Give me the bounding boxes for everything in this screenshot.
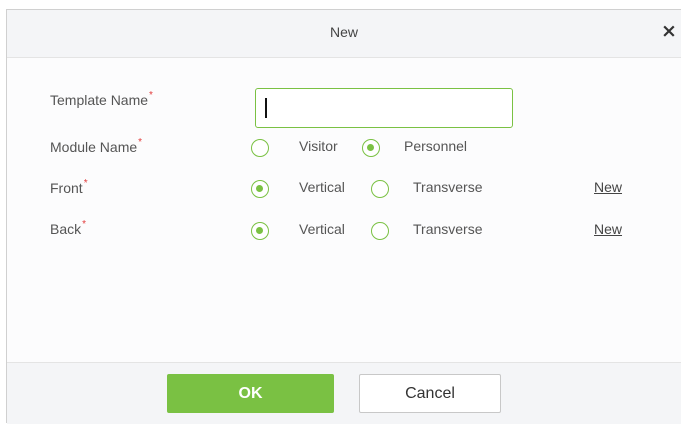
cancel-button[interactable]: Cancel (359, 374, 501, 413)
front-vertical-radio[interactable] (251, 180, 269, 198)
ok-button[interactable]: OK (167, 374, 334, 413)
required-mark: * (83, 178, 88, 189)
front-vertical-label: Vertical (299, 179, 345, 195)
new-template-dialog: New × Template Name* Module Name* Visito… (6, 9, 681, 424)
module-name-label-text: Module Name (50, 139, 138, 155)
module-visitor-label: Visitor (299, 138, 338, 154)
dialog-footer: OK Cancel (7, 362, 681, 424)
front-new-link[interactable]: New (594, 179, 622, 195)
back-transverse-label: Transverse (413, 221, 483, 237)
dialog-body: Template Name* Module Name* Visitor Pers… (7, 58, 681, 362)
dialog-titlebar: New × (7, 10, 681, 58)
template-name-label-text: Template Name (50, 92, 149, 108)
module-name-label: Module Name* (50, 137, 143, 155)
back-transverse-radio[interactable] (371, 222, 389, 240)
module-personnel-radio[interactable] (362, 139, 380, 157)
template-name-input[interactable] (255, 88, 513, 128)
front-transverse-label: Transverse (413, 179, 483, 195)
module-personnel-label: Personnel (404, 138, 468, 154)
front-label-text: Front (50, 180, 83, 196)
back-label-text: Back (50, 221, 82, 237)
text-cursor (265, 98, 267, 118)
required-mark: * (149, 90, 153, 101)
required-mark: * (138, 137, 143, 148)
module-visitor-radio[interactable] (251, 139, 269, 157)
template-name-label: Template Name* (50, 90, 153, 108)
back-new-link[interactable]: New (594, 221, 622, 237)
back-label: Back* (50, 219, 87, 237)
front-transverse-radio[interactable] (371, 180, 389, 198)
front-label: Front* (50, 178, 88, 196)
back-vertical-radio[interactable] (251, 222, 269, 240)
back-vertical-label: Vertical (299, 221, 345, 237)
close-icon[interactable]: × (661, 21, 679, 41)
required-mark: * (82, 219, 87, 230)
dialog-title: New (329, 24, 358, 40)
